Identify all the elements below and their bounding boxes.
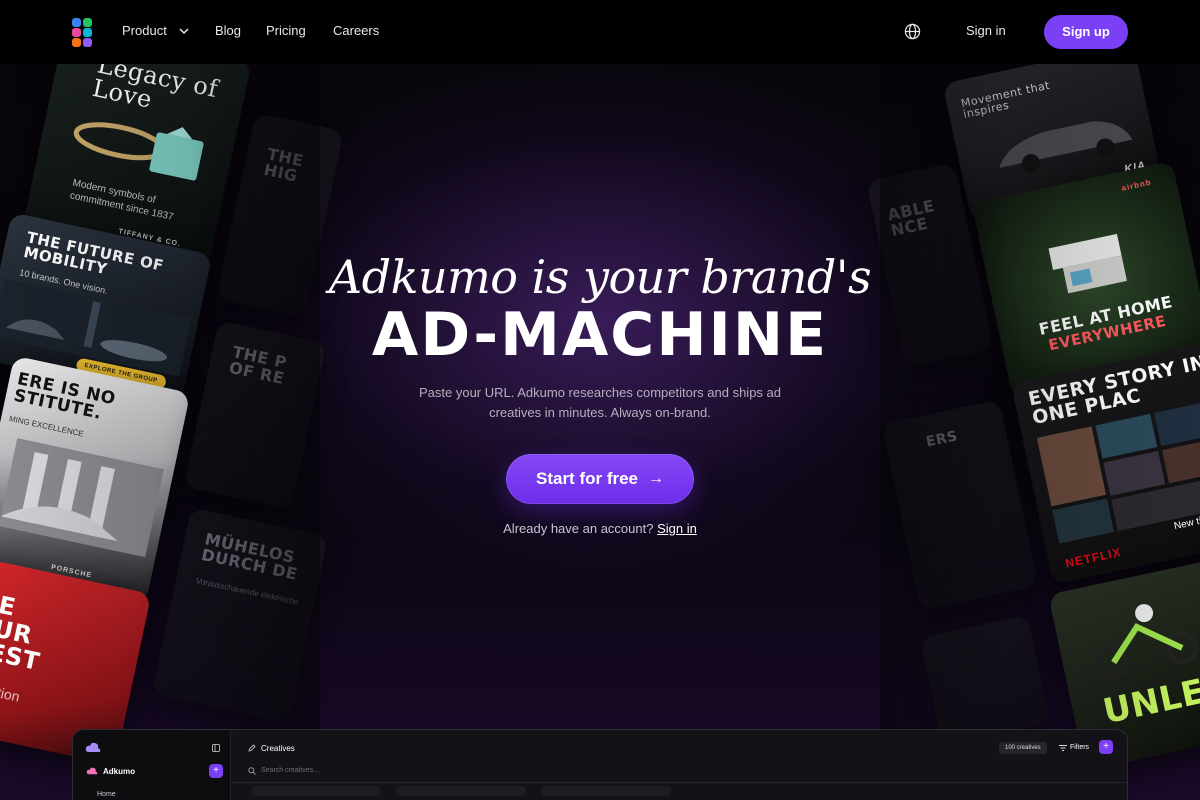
workspace-name[interactable]: Adkumo xyxy=(103,767,135,776)
start-for-free-button[interactable]: Start for free → xyxy=(506,454,694,504)
search-icon xyxy=(248,767,256,775)
cloud-logo-icon xyxy=(85,742,101,752)
section-title: Creatives xyxy=(261,744,295,753)
nav-product[interactable]: Product xyxy=(122,23,167,38)
arrow-right-icon: → xyxy=(648,470,665,487)
nav-careers[interactable]: Careers xyxy=(333,23,379,38)
creatives-count-badge: 100 creatives xyxy=(999,742,1047,754)
cta-label: Start for free xyxy=(535,469,639,488)
ad-title: MÜHELOS DURCH DE xyxy=(199,529,300,584)
navbar: Product Blog Pricing Careers Sign in Sig… xyxy=(0,0,1200,64)
filters-button[interactable]: Filters xyxy=(1070,744,1089,751)
ad-brand: airbnb xyxy=(1120,177,1153,193)
creative-thumb[interactable] xyxy=(541,786,671,796)
workspace-icon xyxy=(86,767,98,775)
ad-title: ERS xyxy=(924,428,960,451)
add-creative-button[interactable]: + xyxy=(1099,740,1113,754)
creative-thumb[interactable] xyxy=(396,786,526,796)
app-sidebar: Adkumo + Home xyxy=(73,730,231,800)
sidebar-toggle-icon[interactable] xyxy=(212,744,220,752)
logo-icon[interactable] xyxy=(72,18,92,47)
app-preview: Adkumo + Home Creatives 100 creatives Fi… xyxy=(72,729,1128,800)
sidebar-add-button[interactable]: + xyxy=(209,764,223,778)
hero-headline: AD-MACHINE xyxy=(371,300,829,370)
ad-subtitle: ection xyxy=(0,681,22,705)
search-input[interactable]: Search creatives... xyxy=(261,767,319,774)
ad-title: ABLE NCE xyxy=(885,195,937,241)
motorbike-icon xyxy=(1097,604,1199,679)
ad-card-mid-right-3 xyxy=(919,614,1051,746)
sign-up-button[interactable]: Sign up xyxy=(1044,15,1128,49)
hero-sign-in-link[interactable]: Sign in xyxy=(657,521,697,536)
globe-icon[interactable] xyxy=(904,23,921,40)
nav-pricing[interactable]: Pricing xyxy=(266,23,306,38)
account-prompt: Already have an account? Sign in xyxy=(0,521,1200,536)
app-main: Creatives 100 creatives Filters + Search… xyxy=(231,730,1127,800)
account-prompt-text: Already have an account? xyxy=(503,521,654,536)
divider xyxy=(231,782,1127,783)
sidebar-item-home[interactable]: Home xyxy=(97,791,116,798)
hero-subtitle: Paste your URL. Adkumo researches compet… xyxy=(418,385,781,420)
pencil-icon xyxy=(248,744,256,752)
corridor-icon xyxy=(0,438,164,558)
filter-icon[interactable] xyxy=(1059,745,1067,751)
sign-in-link[interactable]: Sign in xyxy=(966,23,1006,38)
nav-blog[interactable]: Blog xyxy=(215,23,241,38)
ad-title: THE HIG xyxy=(262,144,306,186)
creative-thumb[interactable] xyxy=(251,786,381,796)
chevron-down-icon[interactable] xyxy=(179,27,189,35)
ad-title: E UR EST xyxy=(0,590,43,676)
ad-brand: NETFLIX xyxy=(1064,544,1123,571)
hero-headline-script: Adkumo is your brand's xyxy=(328,250,872,304)
